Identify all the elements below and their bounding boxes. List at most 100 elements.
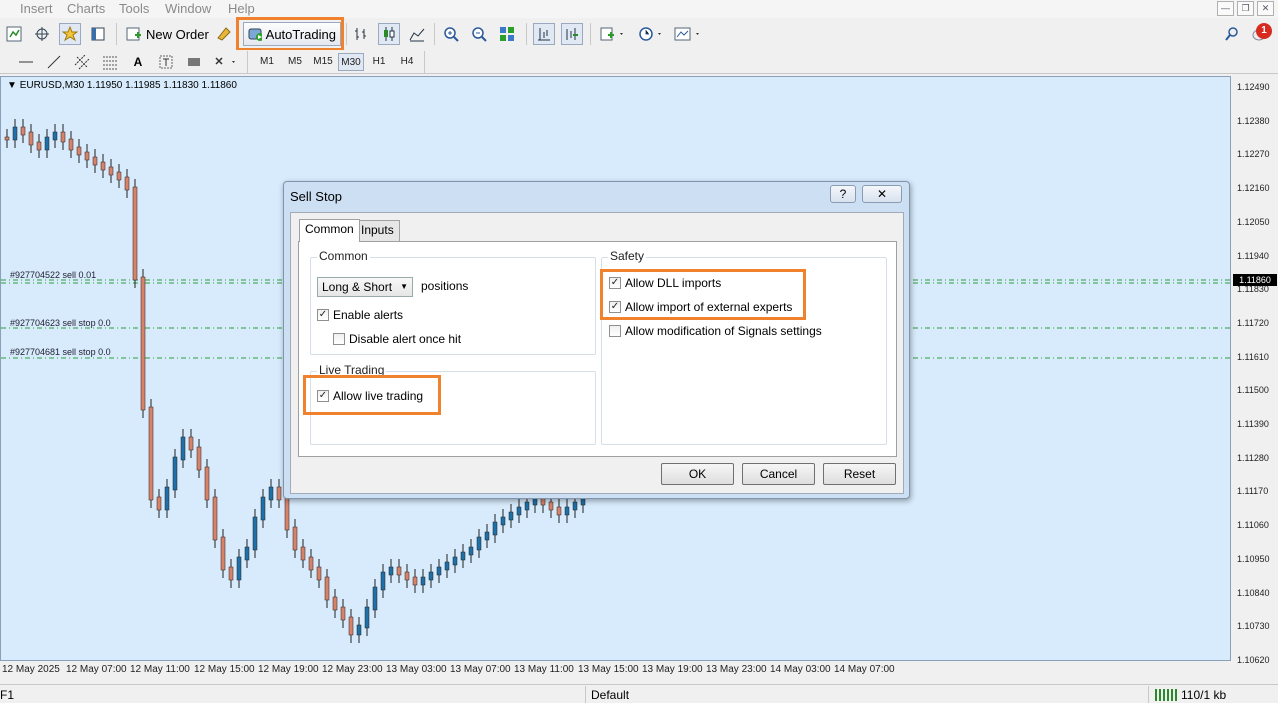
price-label: 1.12160 <box>1237 183 1270 194</box>
timeframe-h1[interactable]: H1 <box>366 53 392 71</box>
allow-signals-checkbox[interactable] <box>609 325 621 337</box>
status-help: F1 <box>0 688 15 702</box>
allow-signals-row[interactable]: Allow modification of Signals settings <box>609 324 822 338</box>
time-label: 12 May 07:00 <box>66 664 127 675</box>
candle <box>60 124 66 150</box>
close-icon[interactable]: ✕ <box>1257 1 1274 16</box>
allow-external-experts-checkbox[interactable]: ✓ <box>609 301 621 313</box>
timeframe-m5[interactable]: M5 <box>282 53 308 71</box>
time-label: 12 May 2025 <box>2 664 60 675</box>
templates-icon[interactable] <box>672 23 704 45</box>
tile-windows-icon[interactable] <box>496 23 518 45</box>
bar-chart-icon[interactable] <box>350 23 372 45</box>
search-icon[interactable] <box>1221 23 1243 45</box>
new-order-button[interactable]: New Order <box>122 22 213 46</box>
zoom-in-icon[interactable] <box>440 23 462 45</box>
text-tool-icon[interactable]: A <box>127 51 149 73</box>
fibonacci-icon[interactable] <box>99 51 121 73</box>
candlestick-icon[interactable] <box>378 23 400 45</box>
enable-alerts-row[interactable]: ✓ Enable alerts <box>317 308 403 322</box>
chart-menu-icon[interactable]: ▼ <box>7 80 17 91</box>
common-group-title: Common <box>317 249 370 263</box>
reset-button[interactable]: Reset <box>823 463 896 485</box>
allow-live-trading-checkbox[interactable]: ✓ <box>317 390 329 402</box>
price-label: 1.11500 <box>1237 385 1269 396</box>
horizontal-line-icon[interactable] <box>15 51 37 73</box>
live-trading-group: Live Trading ✓ Allow live trading <box>310 363 596 445</box>
new-chart-icon[interactable] <box>3 23 25 45</box>
timeframe-m30[interactable]: M30 <box>338 53 364 71</box>
indicators-icon[interactable] <box>598 23 628 45</box>
candle <box>332 589 338 618</box>
candle <box>316 559 322 588</box>
candle <box>196 439 202 478</box>
autoscroll-icon[interactable] <box>561 23 583 45</box>
menu-help[interactable]: Help <box>228 1 255 16</box>
autotrading-icon <box>248 28 262 41</box>
menu-window[interactable]: Window <box>165 1 211 16</box>
allow-external-experts-row[interactable]: ✓ Allow import of external experts <box>609 300 792 314</box>
metaeditor-icon[interactable] <box>213 23 235 45</box>
tab-common[interactable]: Common <box>299 219 360 242</box>
help-icon[interactable]: ? <box>830 185 856 203</box>
candle <box>276 479 282 508</box>
ok-button[interactable]: OK <box>661 463 734 485</box>
price-label: 1.11940 <box>1237 250 1269 261</box>
candle <box>412 569 418 593</box>
position-direction-select[interactable]: Long & Short ▼ <box>317 277 413 297</box>
candle <box>140 269 146 418</box>
enable-alerts-checkbox[interactable]: ✓ <box>317 309 329 321</box>
equidistant-channel-icon[interactable] <box>71 51 93 73</box>
common-tab-panel: Common Long & Short ▼ positions ✓ Enable… <box>298 241 897 457</box>
navigator-icon[interactable] <box>87 23 109 45</box>
menu-tools[interactable]: Tools <box>119 1 149 16</box>
candle <box>204 459 210 508</box>
menu-insert[interactable]: Insert <box>20 1 53 16</box>
candle <box>268 479 274 508</box>
positions-label: positions <box>421 279 469 293</box>
candle <box>116 164 122 188</box>
candle <box>92 149 98 173</box>
minimize-icon[interactable]: — <box>1217 1 1234 16</box>
timeframe-h4[interactable]: H4 <box>394 53 420 71</box>
text-label-icon[interactable] <box>155 51 177 73</box>
candle <box>236 549 242 588</box>
tab-inputs[interactable]: Inputs <box>355 220 400 241</box>
candle <box>28 124 34 153</box>
common-group: Common Long & Short ▼ positions ✓ Enable… <box>310 249 596 355</box>
price-label: 1.10840 <box>1237 587 1270 598</box>
time-label: 12 May 23:00 <box>322 664 383 675</box>
candle <box>364 599 370 636</box>
timeframe-m15[interactable]: M15 <box>309 53 337 71</box>
candle <box>68 131 74 158</box>
candle <box>404 564 410 588</box>
chart-shift-icon[interactable] <box>533 23 555 45</box>
new-order-label: New Order <box>146 26 209 42</box>
cancel-button[interactable]: Cancel <box>742 463 815 485</box>
arrows-tool-icon[interactable] <box>211 51 241 73</box>
allow-live-trading-row[interactable]: ✓ Allow live trading <box>317 389 423 403</box>
periods-clock-icon[interactable] <box>636 23 666 45</box>
line-chart-icon[interactable] <box>406 23 428 45</box>
trendline-icon[interactable] <box>43 51 65 73</box>
restore-icon[interactable]: ❐ <box>1237 1 1254 16</box>
autotrading-button[interactable]: AutoTrading <box>236 17 344 51</box>
favorites-star-icon[interactable] <box>59 23 81 45</box>
dialog-close-icon[interactable]: ✕ <box>862 185 902 203</box>
menu-charts[interactable]: Charts <box>67 1 105 16</box>
disable-alert-once-row[interactable]: Disable alert once hit <box>333 332 461 346</box>
disable-alert-once-checkbox[interactable] <box>333 333 345 345</box>
candle <box>484 524 490 548</box>
candle <box>172 449 178 498</box>
price-axis: 1.12490 1.12380 1.12270 1.12160 1.12050 1.119… <box>1231 76 1278 665</box>
allow-dll-row[interactable]: ✓ Allow DLL imports <box>609 276 721 290</box>
order-label-2: #927704623 sell stop 0.0 <box>10 318 111 328</box>
allow-dll-checkbox[interactable]: ✓ <box>609 277 621 289</box>
sell-stop-dialog: Sell Stop ? ✕ Common Inputs Common Long … <box>283 181 910 499</box>
standard-toolbar: New Order AutoTrading 1 <box>0 17 1278 51</box>
rectangle-tool-icon[interactable] <box>183 51 205 73</box>
crosshair-icon[interactable] <box>31 23 53 45</box>
timeframe-m1[interactable]: M1 <box>254 53 280 71</box>
candle <box>340 599 346 628</box>
zoom-out-icon[interactable] <box>468 23 490 45</box>
